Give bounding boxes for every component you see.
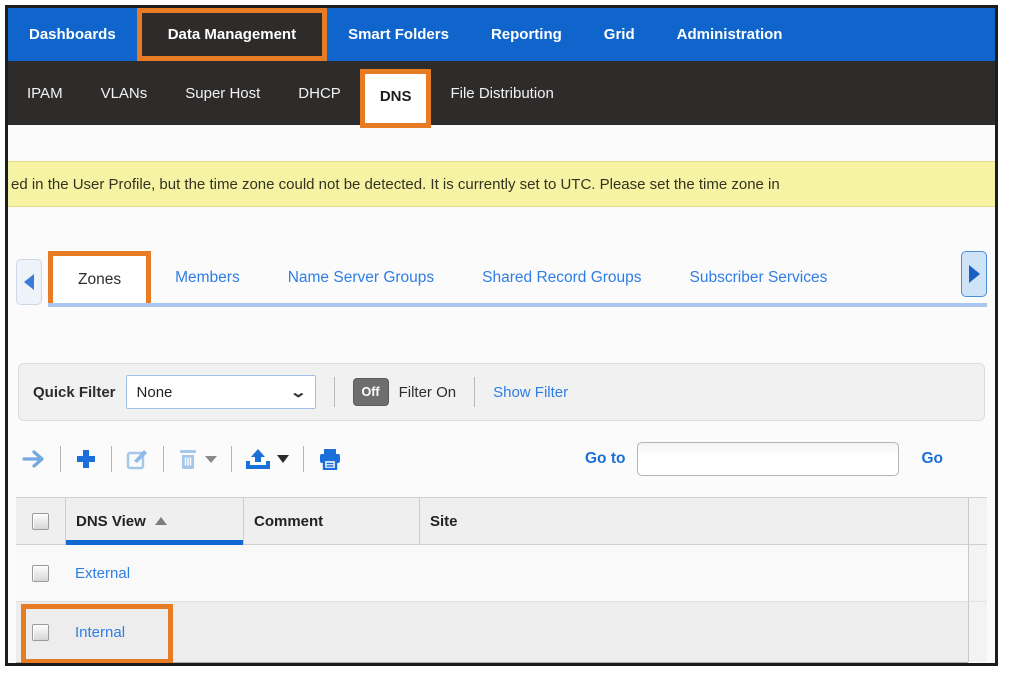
- edit-button[interactable]: [122, 448, 153, 470]
- vertical-scrollbar-track[interactable]: [968, 498, 987, 544]
- table-header-row: DNS View Comment Site: [16, 497, 987, 545]
- add-button[interactable]: [71, 448, 101, 470]
- vertical-scrollbar-track[interactable]: [968, 545, 987, 601]
- tab-zones[interactable]: Zones: [48, 251, 151, 307]
- comment-cell: [243, 545, 419, 601]
- tabs-row: Zones Members Name Server Groups Shared …: [48, 245, 987, 307]
- subnav-dhcp[interactable]: DHCP: [279, 85, 360, 102]
- subnav-ipam[interactable]: IPAM: [8, 85, 82, 102]
- forward-arrow-icon: [22, 449, 46, 469]
- quick-filter-label: Quick Filter: [33, 384, 116, 401]
- column-header-dns-view[interactable]: DNS View: [65, 498, 243, 544]
- tab-name-server-groups[interactable]: Name Server Groups: [264, 255, 458, 303]
- upload-button[interactable]: [242, 448, 293, 470]
- timezone-warning-text: ed in the User Profile, but the time zon…: [11, 176, 780, 193]
- subnav-super-host[interactable]: Super Host: [166, 85, 279, 102]
- go-button[interactable]: Go: [921, 450, 943, 468]
- tab-members[interactable]: Members: [151, 255, 264, 303]
- column-header-dns-view-label: DNS View: [76, 513, 146, 530]
- tab-strip: Zones Members Name Server Groups Shared …: [16, 245, 987, 307]
- dns-view-link[interactable]: Internal: [75, 624, 125, 641]
- tab-shared-record-groups[interactable]: Shared Record Groups: [458, 255, 665, 303]
- table-row-external[interactable]: External: [16, 545, 987, 602]
- chevron-down-icon: ⌄: [289, 383, 307, 401]
- add-icon: [75, 448, 97, 470]
- tab-zones-label: Zones: [78, 271, 121, 288]
- nav-reporting[interactable]: Reporting: [470, 8, 583, 61]
- dns-view-link[interactable]: External: [75, 565, 130, 582]
- filter-toggle-button[interactable]: Off: [353, 378, 389, 406]
- column-header-site[interactable]: Site: [419, 498, 968, 544]
- timezone-warning-banner: ed in the User Profile, but the time zon…: [8, 161, 995, 207]
- row-checkbox[interactable]: [32, 624, 49, 641]
- nav-dashboards[interactable]: Dashboards: [8, 8, 137, 61]
- scroll-right-icon: [969, 265, 980, 283]
- site-cell: [419, 545, 968, 601]
- tab-subscriber-services[interactable]: Subscriber Services: [666, 255, 852, 303]
- sort-ascending-icon: [155, 517, 167, 525]
- subnav-file-distribution[interactable]: File Distribution: [431, 85, 572, 102]
- quick-filter-selected-value: None: [137, 384, 173, 401]
- divider: [231, 446, 232, 472]
- nav-grid[interactable]: Grid: [583, 8, 656, 61]
- quick-filter-select[interactable]: None ⌄: [126, 375, 316, 409]
- forward-arrow-button[interactable]: [18, 449, 50, 469]
- divider: [303, 446, 304, 472]
- nav-smart-folders[interactable]: Smart Folders: [327, 8, 470, 61]
- divider: [163, 446, 164, 472]
- select-all-checkbox[interactable]: [32, 513, 49, 530]
- print-button[interactable]: [314, 448, 346, 470]
- app-window: Dashboards Data Management Smart Folders…: [5, 5, 998, 666]
- tab-scroll-right-button[interactable]: [961, 251, 987, 297]
- divider: [111, 446, 112, 472]
- table-toolbar: Go to Go: [18, 429, 985, 489]
- divider: [334, 377, 335, 407]
- nav-data-management-label: Data Management: [168, 26, 296, 43]
- quick-filter-bar: Quick Filter None ⌄ Off Filter On Show F…: [18, 363, 985, 421]
- upload-icon: [246, 448, 270, 470]
- top-navigation: Dashboards Data Management Smart Folders…: [8, 8, 995, 61]
- sub-navigation: IPAM VLANs Super Host DHCP DNS File Dist…: [8, 61, 995, 125]
- upload-dropdown-caret-icon: [277, 455, 289, 463]
- goto-input[interactable]: [637, 442, 899, 476]
- subnav-dns-label: DNS: [380, 88, 412, 105]
- filter-on-label: Filter On: [399, 384, 457, 401]
- delete-button[interactable]: [174, 448, 221, 470]
- horizontal-scrollbar[interactable]: [16, 662, 968, 666]
- subnav-dns[interactable]: DNS: [360, 69, 432, 128]
- row-checkbox-cell: [16, 602, 65, 662]
- edit-icon: [126, 448, 149, 470]
- delete-dropdown-caret-icon: [205, 456, 217, 463]
- dns-view-table: DNS View Comment Site External Internal: [16, 497, 987, 666]
- comment-cell: [243, 602, 419, 662]
- header-checkbox-cell: [16, 498, 65, 544]
- site-cell: [419, 602, 968, 662]
- column-header-comment[interactable]: Comment: [243, 498, 419, 544]
- table-row-internal[interactable]: Internal: [16, 602, 987, 662]
- row-checkbox[interactable]: [32, 565, 49, 582]
- tab-scroll-left-button[interactable]: [16, 259, 42, 305]
- goto-label: Go to: [585, 450, 625, 468]
- print-icon: [318, 448, 342, 470]
- vertical-scrollbar-track[interactable]: [968, 602, 987, 662]
- divider: [60, 446, 61, 472]
- row-checkbox-cell: [16, 545, 65, 601]
- nav-data-management[interactable]: Data Management: [137, 8, 327, 61]
- nav-administration[interactable]: Administration: [656, 8, 804, 61]
- show-filter-link[interactable]: Show Filter: [493, 384, 568, 401]
- delete-icon: [178, 448, 198, 470]
- divider: [474, 377, 475, 407]
- goto-group: Go to Go: [585, 442, 943, 476]
- subnav-vlans[interactable]: VLANs: [82, 85, 167, 102]
- scroll-left-icon: [24, 274, 34, 290]
